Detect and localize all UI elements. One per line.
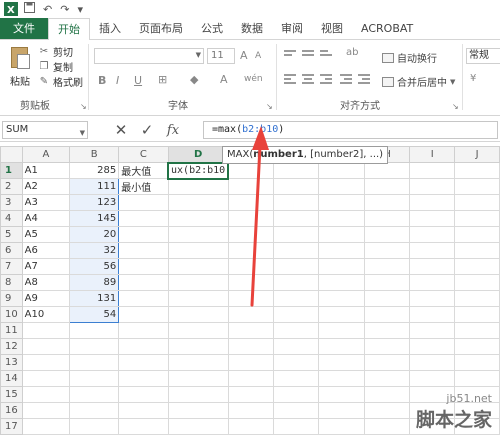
annotation-arrow-line [250,144,262,307]
annotation-arrow-head [252,126,269,150]
annotation-arrow-layer [250,126,269,307]
